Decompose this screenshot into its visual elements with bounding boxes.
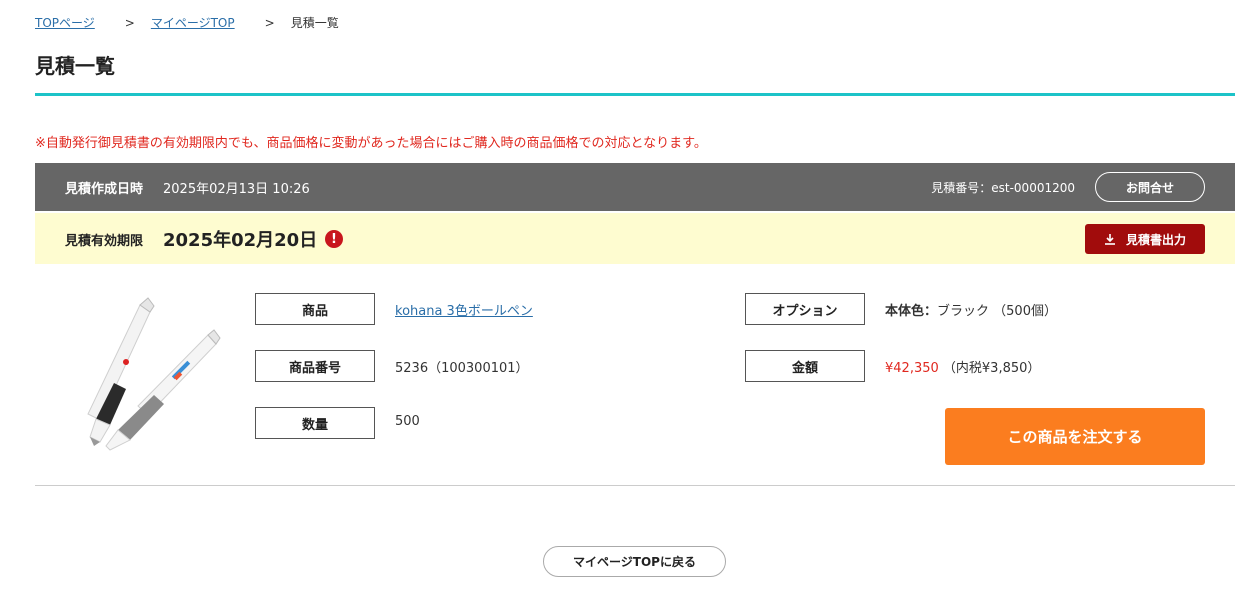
breadcrumb-mypage-link[interactable]: マイページTOP	[151, 14, 235, 31]
quantity-value: 500	[395, 414, 420, 429]
breadcrumb-current: 見積一覧	[290, 16, 339, 30]
order-button[interactable]: この商品を注文する	[945, 408, 1205, 465]
product-name-label: 商品	[255, 293, 375, 325]
amount-tax: （内税¥3,850）	[942, 361, 1041, 376]
export-quote-label: 見積書出力	[1125, 232, 1186, 247]
warning-icon: !	[325, 230, 343, 248]
product-code-value: 5236（100300101）	[395, 361, 529, 376]
expiry-date: 2025年02月20日	[163, 230, 318, 251]
product-name-value: kohana 3色ボールペン	[395, 300, 533, 319]
option-value: 本体色：ブラック （500個）	[885, 300, 1057, 319]
breadcrumb-top-link[interactable]: TOPページ	[35, 14, 95, 31]
quantity-label: 数量	[255, 407, 375, 439]
price-notice: ※自動発行御見積書の有効期限内でも、商品価格に変動があった場合にはご購入時の商品…	[35, 136, 707, 151]
download-icon	[1104, 234, 1115, 245]
amount-value: ¥42,350 （内税¥3,850）	[885, 357, 1040, 376]
created-label: 見積作成日時	[65, 182, 144, 197]
breadcrumb-separator: >	[264, 15, 275, 30]
option-key: 本体色：	[885, 304, 938, 319]
quote-number: 見積番号：est-00001200	[931, 181, 1075, 195]
expiry-bar: 見積有効期限 2025年02月20日 ! 見積書出力	[35, 213, 1235, 264]
option-text: ブラック （500個）	[937, 304, 1057, 319]
option-label: オプション	[745, 293, 865, 325]
breadcrumb-separator: >	[124, 15, 135, 30]
product-name-link[interactable]: kohana 3色ボールペン	[395, 304, 533, 319]
breadcrumb: TOPページ > マイページTOP > 見積一覧	[35, 14, 339, 31]
back-to-mypage-button[interactable]: マイページTOPに戻る	[543, 546, 726, 577]
quote-header-bar: 見積作成日時 2025年02月13日 10:26 見積番号：est-000012…	[35, 163, 1235, 211]
export-quote-button[interactable]: 見積書出力	[1085, 224, 1205, 254]
expiry-label: 見積有効期限	[65, 234, 144, 249]
created-value: 2025年02月13日 10:26	[163, 182, 310, 197]
title-divider	[35, 93, 1235, 96]
inquiry-button[interactable]: お問合せ	[1095, 172, 1205, 202]
product-image	[87, 297, 221, 451]
page-title: 見積一覧	[35, 54, 115, 78]
amount-label: 金額	[745, 350, 865, 382]
product-code-label: 商品番号	[255, 350, 375, 382]
section-divider	[35, 485, 1235, 486]
amount-price: ¥42,350	[885, 361, 939, 376]
